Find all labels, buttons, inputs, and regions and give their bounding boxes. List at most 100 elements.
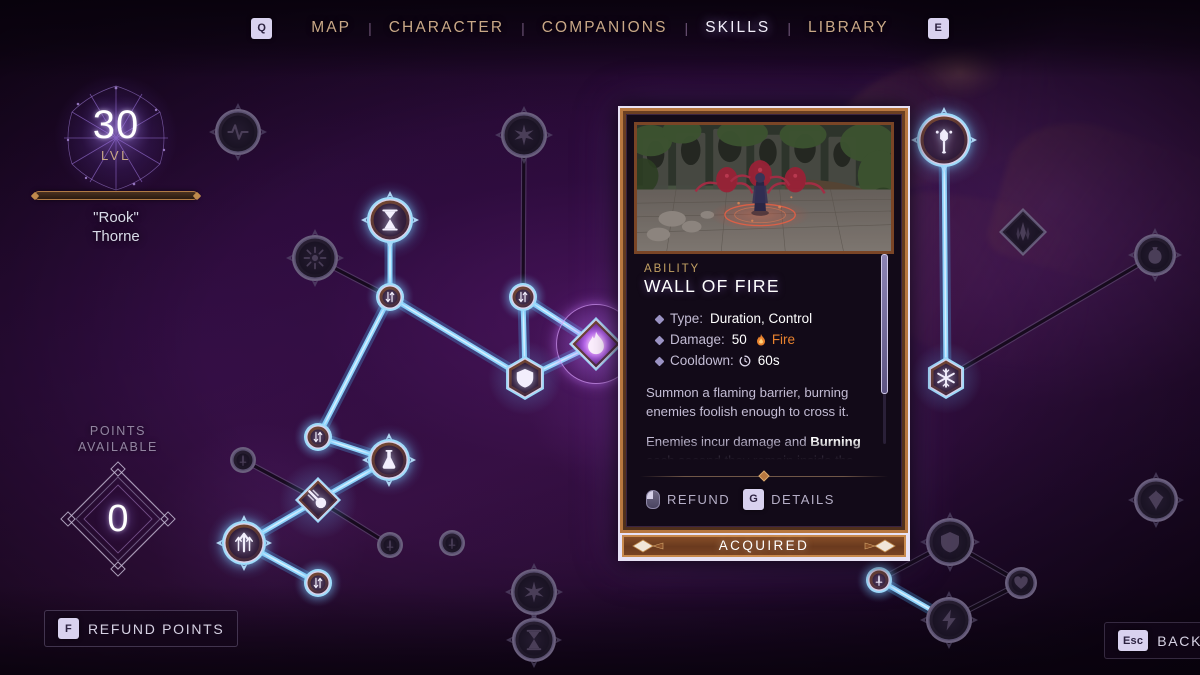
scrollbar-thumb[interactable] (881, 254, 888, 394)
nav-key-e[interactable]: E (927, 17, 949, 39)
action-label: REFUND (667, 491, 731, 507)
node-snowflake[interactable] (909, 341, 983, 415)
node-comet[interactable] (277, 459, 359, 541)
nav-items[interactable]: MAP | CHARACTER | COMPANIONS | SKILLS | LIBRARY (294, 19, 906, 37)
node-inner-disc (923, 119, 965, 161)
stat-value: Duration, Control (710, 311, 813, 326)
description-paragraph-2: Enemies incur damage and Burning each se… (646, 433, 864, 462)
stat-row: Type: Duration, Control (644, 309, 884, 330)
stat-suffix: Fire (771, 331, 796, 347)
node-inner-disc (445, 536, 459, 550)
points-label: POINTS AVAILABLE (34, 424, 202, 455)
desc2-post: each second they remain inside the (646, 452, 854, 462)
tooltip-body: ABILITY WALL OF FIRE Type: Duration, Cont… (634, 254, 894, 466)
nav-item-companions[interactable]: COMPANIONS (525, 19, 685, 37)
ability-tooltip-panel: ABILITY WALL OF FIRE Type: Duration, Cont… (618, 106, 910, 561)
back-button[interactable]: Esc BACK (1104, 622, 1200, 659)
node-inner-disc (298, 241, 332, 275)
ornament-right-icon (864, 539, 896, 553)
points-label-line1: POINTS (89, 424, 147, 438)
nav-item-map[interactable]: MAP (294, 19, 368, 37)
node-hourglass[interactable] (349, 179, 431, 261)
node-inner-disc (517, 575, 551, 609)
node-arrows-up[interactable] (205, 504, 283, 582)
node-inner-disc (507, 118, 541, 152)
preview-scene (637, 125, 891, 251)
key-esc: Esc (1118, 630, 1149, 651)
stat-value: 50 (731, 331, 747, 347)
node-inner-disc (1140, 484, 1172, 516)
node-pulse[interactable] (209, 103, 267, 161)
node-inner-disc (518, 624, 550, 656)
character-surname: Thorne (92, 227, 140, 245)
node-inner-disc (382, 289, 398, 305)
node-stat-sword[interactable] (230, 447, 256, 473)
points-available-panel: POINTS AVAILABLE 0 (34, 424, 202, 579)
nav-item-skills[interactable]: SKILLS (688, 19, 787, 37)
diamond-bullet-icon (654, 335, 665, 346)
node-stat-arrows[interactable] (293, 558, 343, 608)
diamond-bullet-icon (654, 314, 665, 325)
stat-label: Cooldown: (670, 352, 734, 368)
nav-separator: | (521, 20, 525, 36)
tooltip-copper-frame: ABILITY WALL OF FIRE Type: Duration, Cont… (620, 108, 908, 533)
stat-row: Damage: 50 Fire (644, 330, 884, 351)
node-inner-disc (932, 524, 968, 560)
node-heart[interactable] (1005, 567, 1037, 599)
stat-value: 60s (757, 352, 780, 368)
node-sunburst[interactable] (286, 229, 344, 287)
top-navigation[interactable]: Q MAP | CHARACTER | COMPANIONS | SKILLS | LIBRAR… (0, 0, 1200, 56)
node-shield-big[interactable] (920, 512, 980, 572)
divider-diamond-icon (758, 470, 770, 482)
node-star-locked[interactable] (505, 563, 563, 621)
node-inner-disc (374, 445, 404, 475)
action-refund[interactable]: REFUND (646, 489, 731, 509)
node-wall-of-fire[interactable] (548, 296, 644, 392)
node-stat-sword[interactable] (856, 557, 902, 603)
nav-separator: | (787, 20, 791, 36)
node-inner-disc (872, 573, 886, 587)
node-hex-shield[interactable] (486, 339, 564, 417)
node-stat-sword[interactable] (439, 530, 465, 556)
node-lightning[interactable] (920, 591, 978, 649)
node-flask[interactable] (352, 423, 426, 497)
node-stat-arrows[interactable] (498, 272, 548, 322)
node-hourglass[interactable] (506, 612, 562, 668)
points-diamond-frame: 0 (58, 459, 178, 579)
points-label-line2: AVAILABLE (78, 439, 158, 454)
node-urn[interactable] (1128, 228, 1182, 282)
desc2-pre: Enemies incur damage and (646, 434, 811, 450)
node-scepter[interactable] (896, 92, 992, 188)
key-f: F (58, 618, 79, 639)
node-blade[interactable] (999, 208, 1047, 256)
action-label: DETAILS (771, 491, 835, 507)
node-stat-arrows[interactable] (365, 272, 415, 322)
tooltip-actions[interactable]: REFUND G DETAILS (634, 482, 894, 519)
node-star-burst[interactable] (495, 106, 553, 164)
ability-description: Summon a flaming barrier, burning enemie… (644, 384, 884, 462)
node-stat-sword[interactable] (377, 532, 403, 558)
nav-separator: | (684, 20, 689, 36)
node-gem[interactable] (1128, 472, 1184, 528)
nav-key-q[interactable]: Q (251, 17, 273, 39)
skills-screen: Q MAP | CHARACTER | COMPANIONS | SKILLS | LIBRAR… (0, 0, 1200, 675)
node-stat-arrows[interactable] (293, 412, 343, 462)
character-level: 30 (92, 103, 140, 147)
acquired-label: ACQUIRED (718, 538, 810, 554)
points-value: 0 (107, 497, 129, 540)
refund-points-button[interactable]: F REFUND POINTS (44, 610, 239, 647)
stat-row: Cooldown: 60s (644, 351, 884, 372)
level-burst: 30 LVL (26, 85, 206, 191)
action-details[interactable]: G DETAILS (743, 488, 835, 510)
description-paragraph-1: Summon a flaming barrier, burning enemie… (646, 384, 850, 419)
ability-kicker: ABILITY (644, 263, 701, 275)
acquired-status-bar: ACQUIRED (620, 532, 908, 559)
stat-label: Damage: (670, 331, 725, 347)
clock-icon (739, 355, 751, 367)
nav-item-library[interactable]: LIBRARY (791, 19, 906, 37)
node-inner-disc (310, 429, 326, 445)
nav-item-character[interactable]: CHARACTER (372, 19, 521, 37)
node-inner-disc (515, 289, 531, 305)
character-title: "Rook" (93, 209, 139, 226)
back-label: BACK (1157, 632, 1200, 649)
